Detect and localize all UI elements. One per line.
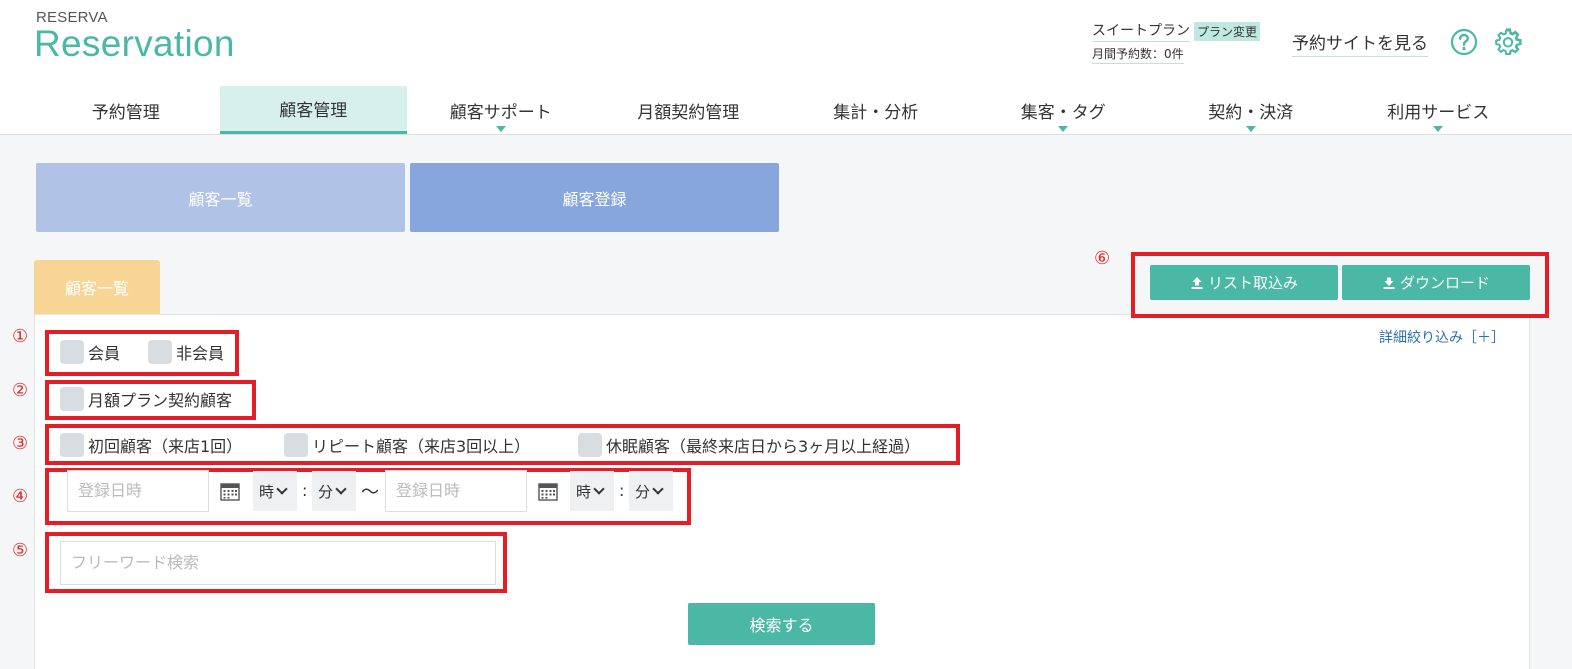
annotation-3: ③ (12, 433, 29, 454)
checkbox[interactable] (60, 387, 84, 411)
annotation-box-6 (1131, 252, 1549, 318)
search-button[interactable]: 検索する (688, 603, 875, 645)
header: RESERVA Reservation スイートプラン プラン変更 月間予約数：0… (0, 0, 1572, 86)
logo[interactable]: Reservation (34, 23, 235, 65)
nav-item-reservation[interactable]: 予約管理 (32, 86, 220, 134)
repeat-checkbox[interactable]: リピート顧客（来店3回以上） (284, 433, 530, 457)
nav-item-contract-payment[interactable]: 契約・決済 (1157, 86, 1345, 134)
member-checkbox[interactable]: 会員 (60, 340, 120, 364)
checkbox[interactable] (60, 433, 84, 457)
free-word-search-input[interactable]: フリーワード検索 (60, 541, 496, 585)
view-site-link[interactable]: 予約サイトを見る (1292, 29, 1428, 57)
caret-down-icon (1058, 126, 1069, 132)
time-separator: : (302, 481, 308, 500)
dormant-checkbox[interactable]: 休眠顧客（最終来店日から3ヶ月以上経過） (578, 433, 920, 457)
first-visit-checkbox[interactable]: 初回顧客（来店1回） (60, 433, 242, 457)
plan-name: スイートプラン (1092, 20, 1190, 42)
gear-icon[interactable] (1494, 28, 1522, 56)
checkbox[interactable] (284, 433, 308, 457)
nav-item-marketing-tags[interactable]: 集客・タグ (970, 86, 1158, 134)
customer-register-button[interactable]: 顧客登録 (410, 163, 779, 232)
calendar-icon[interactable] (538, 481, 558, 501)
tab-customer-list[interactable]: 顧客一覧 (34, 260, 160, 314)
hour-from-select[interactable]: 時 (253, 471, 297, 511)
plan-info: スイートプラン プラン変更 月間予約数：0件 (1092, 20, 1261, 64)
chevron-down-icon (593, 482, 605, 495)
annotation-2: ② (12, 380, 29, 401)
calendar-icon[interactable] (220, 481, 240, 501)
nav-item-analytics[interactable]: 集計・分析 (782, 86, 970, 134)
monthly-plan-checkbox[interactable]: 月額プラン契約顧客 (60, 387, 232, 411)
caret-down-icon (495, 126, 506, 132)
caret-down-icon (1245, 126, 1256, 132)
minute-from-select[interactable]: 分 (312, 471, 356, 511)
annotation-1: ① (12, 326, 29, 347)
checkbox[interactable] (578, 433, 602, 457)
time-separator: : (619, 481, 625, 500)
range-separator: 〜 (361, 482, 379, 503)
checkbox[interactable] (148, 340, 172, 364)
nav-item-customer-support[interactable]: 顧客サポート (407, 86, 595, 134)
chevron-down-icon (276, 482, 288, 495)
annotation-4: ④ (12, 486, 29, 507)
detail-filter-link[interactable]: 詳細絞り込み［＋］ (1379, 327, 1505, 347)
help-icon[interactable] (1450, 28, 1478, 56)
register-date-to-input[interactable]: 登録日時 (385, 470, 527, 512)
register-date-from-input[interactable]: 登録日時 (67, 470, 209, 512)
customer-list-button[interactable]: 顧客一覧 (36, 163, 405, 232)
checkbox[interactable] (60, 340, 84, 364)
annotation-5: ⑤ (12, 540, 29, 561)
chevron-down-icon (335, 482, 347, 495)
non-member-checkbox[interactable]: 非会員 (148, 340, 224, 364)
plan-change-button[interactable]: プラン変更 (1194, 22, 1261, 41)
caret-down-icon (1433, 126, 1444, 132)
nav-item-monthly-contract[interactable]: 月額契約管理 (595, 86, 783, 134)
main-nav: 予約管理 顧客管理 顧客サポート 月額契約管理 集計・分析 集客・タグ 契約・決… (32, 86, 1532, 134)
annotation-6: ⑥ (1094, 248, 1111, 269)
nav-item-customer[interactable]: 顧客管理 (219, 86, 407, 134)
nav-item-services[interactable]: 利用サービス (1345, 86, 1533, 134)
monthly-reservation-count: 月間予約数：0件 (1092, 45, 1184, 64)
hour-to-select[interactable]: 時 (570, 471, 614, 511)
chevron-down-icon (652, 482, 664, 495)
minute-to-select[interactable]: 分 (629, 471, 673, 511)
